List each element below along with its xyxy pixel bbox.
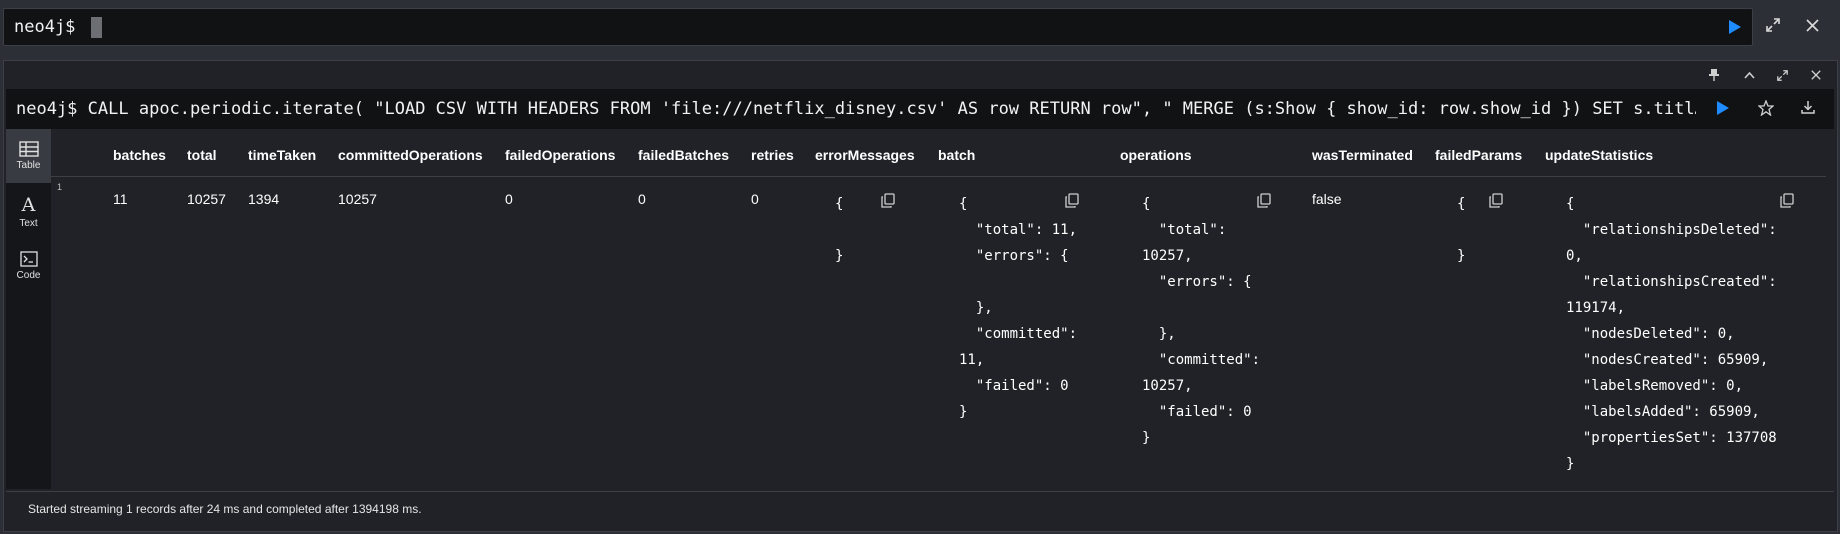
favorite-star-icon[interactable] <box>1757 99 1775 121</box>
frame-query-bar[interactable]: neo4j$ CALL apoc.periodic.iterate( "LOAD… <box>6 89 1834 129</box>
cell-operations: { "total": 10257, "errors": { }, "commit… <box>1142 196 1261 446</box>
pin-icon[interactable] <box>1706 67 1722 83</box>
editor-cursor <box>91 17 102 38</box>
cell-total: 10257 <box>187 191 226 207</box>
view-switcher: Table A Text Code <box>6 129 51 489</box>
column-header-batch[interactable]: batch <box>938 147 975 163</box>
column-header-retries[interactable]: retries <box>751 147 794 163</box>
cell-timetaken: 1394 <box>248 191 280 207</box>
view-tab-label: Table <box>16 160 41 171</box>
cell-updatestatistics: { "relationshipsDeleted": 0, "relationsh… <box>1566 196 1777 472</box>
copy-icon[interactable] <box>1489 193 1503 213</box>
frame-prompt: neo4j$ <box>16 99 78 119</box>
view-tab-label: Code <box>16 270 41 281</box>
status-message: Started streaming 1 records after 24 ms … <box>28 502 422 516</box>
column-header-committedoperations[interactable]: committedOperations <box>338 147 483 163</box>
cell-failedparams: { } <box>1457 196 1466 264</box>
column-header-errormessages[interactable]: errorMessages <box>815 147 915 163</box>
column-header-failedbatches[interactable]: failedBatches <box>638 147 729 163</box>
copy-icon[interactable] <box>1780 193 1794 213</box>
cell-failedbatches: 0 <box>638 191 646 207</box>
collapse-icon[interactable] <box>1741 67 1757 83</box>
column-header-total[interactable]: total <box>187 147 217 163</box>
column-header-updatestatistics[interactable]: updateStatistics <box>1545 147 1653 163</box>
cell-wasterminated: false <box>1312 191 1342 207</box>
view-tab-text[interactable]: A Text <box>6 185 51 239</box>
cell-errormessages: { } <box>835 196 844 264</box>
cell-retries: 0 <box>751 191 759 207</box>
query-editor[interactable]: neo4j$ <box>3 8 1753 46</box>
download-icon[interactable] <box>1801 100 1815 119</box>
footer-divider <box>6 491 1834 492</box>
close-editor-icon[interactable] <box>1803 16 1821 34</box>
play-icon <box>1717 101 1729 115</box>
expand-editor-icon[interactable] <box>1764 16 1782 34</box>
frame-query: CALL apoc.periodic.iterate( "LOAD CSV WI… <box>87 99 1696 119</box>
view-tab-table[interactable]: Table <box>6 129 51 183</box>
column-header-failedparams[interactable]: failedParams <box>1435 147 1522 163</box>
text-icon: A <box>21 193 36 216</box>
cell-committedoperations: 10257 <box>338 191 377 207</box>
run-query-button[interactable] <box>1726 18 1744 36</box>
column-header-operations[interactable]: operations <box>1120 147 1192 163</box>
view-tab-label: Text <box>19 217 38 229</box>
code-icon <box>19 251 38 267</box>
cell-batches: 11 <box>113 191 128 207</box>
editor-prompt: neo4j$ <box>14 17 76 37</box>
column-header-batches[interactable]: batches <box>113 147 166 163</box>
close-frame-icon[interactable] <box>1808 67 1824 83</box>
cell-failedoperations: 0 <box>505 191 513 207</box>
column-header-timetaken[interactable]: timeTaken <box>248 147 316 163</box>
frame-query-text[interactable]: neo4j$ CALL apoc.periodic.iterate( "LOAD… <box>16 99 1696 119</box>
result-frame: neo4j$ CALL apoc.periodic.iterate( "LOAD… <box>3 60 1838 532</box>
copy-icon[interactable] <box>1257 193 1271 213</box>
play-icon <box>1729 20 1741 34</box>
fullscreen-icon[interactable] <box>1774 67 1790 83</box>
view-tab-code[interactable]: Code <box>6 239 51 293</box>
rerun-query-button[interactable] <box>1716 100 1730 121</box>
copy-icon[interactable] <box>1065 193 1079 213</box>
column-header-failedoperations[interactable]: failedOperations <box>505 147 615 163</box>
row-number: 1 <box>57 182 63 192</box>
table-icon <box>18 141 39 157</box>
copy-icon[interactable] <box>881 193 895 213</box>
column-header-wasterminated[interactable]: wasTerminated <box>1312 147 1413 163</box>
cell-batch: { "total": 11, "errors": { }, "committed… <box>959 196 1078 420</box>
header-divider <box>51 176 1826 177</box>
